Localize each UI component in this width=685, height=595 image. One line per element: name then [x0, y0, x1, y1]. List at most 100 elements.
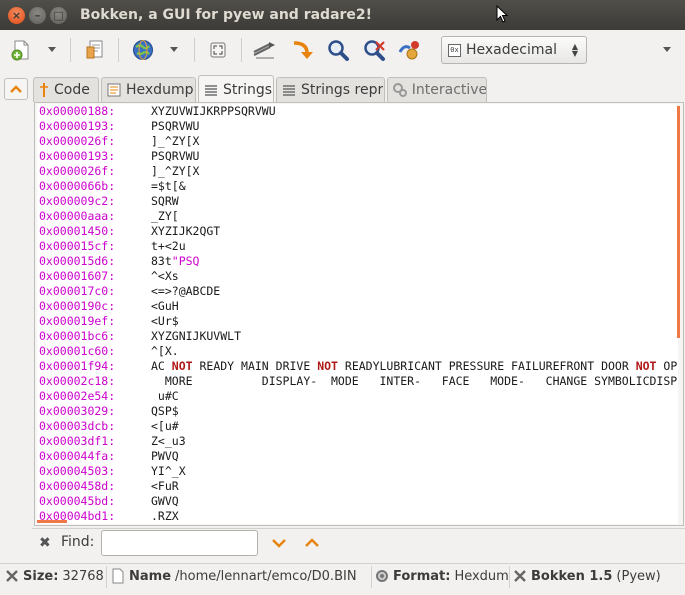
status-size-label: Size:: [23, 568, 59, 584]
plugins-dropdown-icon[interactable]: [170, 47, 178, 52]
tab-strings-label: Strings: [223, 81, 273, 98]
close-find-icon[interactable]: ✖: [39, 535, 51, 551]
string-row: 0x00002c18: MORE DISPLAY- MODE INTER- FA…: [39, 374, 678, 389]
string-row: 0x000044fa: PWVQ: [39, 449, 179, 464]
close-window-icon[interactable]: ×: [8, 6, 25, 24]
search-icon: [328, 40, 349, 61]
jump-arrow-icon: [293, 41, 313, 59]
string-value: ^[X.: [151, 344, 179, 358]
tab-strings[interactable]: Strings: [198, 75, 274, 103]
minimize-window-icon[interactable]: –: [29, 6, 46, 24]
status-app: Bokken 1.5 (Pyew): [512, 568, 661, 584]
plugins-button[interactable]: [130, 37, 156, 63]
string-value: t+<2u: [151, 239, 186, 253]
string-address: 0x00001450:: [39, 224, 116, 238]
string-address: 0x00001607:: [39, 269, 116, 283]
string-address: 0x000009c2:: [39, 194, 116, 208]
fullscreen-icon: [210, 42, 226, 58]
new-file-button[interactable]: [8, 37, 34, 63]
string-value: Z<_u3: [151, 434, 186, 448]
tab-code[interactable]: Code: [33, 77, 99, 102]
string-address: 0x0000026f:: [39, 134, 116, 148]
format-combo-value: Hexadecimal: [466, 42, 557, 58]
toolbar-separator: [194, 38, 195, 62]
string-row: 0x000045bd: GWVQ: [39, 494, 179, 509]
string-address: 0x00003df1:: [39, 434, 116, 448]
string-row: 0x000017c0: <=>?@ABCDE: [39, 284, 220, 299]
string-value: <Ur$: [151, 314, 179, 328]
string-value: AC: [151, 359, 172, 373]
hexdump-icon: [107, 83, 121, 97]
status-name: Name /home/lennart/emco/D0.BIN: [110, 568, 357, 584]
status-separator: [509, 566, 510, 588]
string-row: 0x0000458d: <FuR: [39, 479, 179, 494]
string-value: <=>?@ABCDE: [151, 284, 221, 298]
tab-strings-repr[interactable]: Strings repr: [276, 77, 385, 102]
string-address: 0x00004503:: [39, 464, 116, 478]
branch-icon: [253, 42, 275, 59]
string-value: <[u#: [151, 419, 179, 433]
string-value: XYZUVWIJKRPPSQRVWU: [151, 104, 276, 118]
string-keyword: NOT: [317, 359, 338, 373]
string-row: 0x00000188: XYZUVWIJKRPPSQRVWU: [39, 104, 276, 119]
string-address: 0x00002c18:: [39, 374, 116, 388]
string-value: PSQRVWU: [151, 149, 200, 163]
string-value: u#C: [151, 389, 179, 403]
string-row: 0x00001450: XYZIJK2QGT: [39, 224, 220, 239]
string-address: 0x00000193:: [39, 119, 116, 133]
string-row: 0x0000026f:]_^ZY[X: [39, 134, 199, 149]
find-input[interactable]: [101, 530, 258, 556]
file-icon: [110, 568, 126, 584]
string-value: 83t: [151, 254, 172, 268]
tab-interactive-label: Interactive: [411, 82, 486, 98]
tab-hexdump[interactable]: Hexdump: [101, 77, 196, 102]
search-button[interactable]: [325, 37, 351, 63]
string-address: 0x000015d6:: [39, 254, 116, 268]
string-value: MORE DISPLAY- MODE INTER- FACE MODE- CHA…: [151, 374, 678, 388]
status-separator: [106, 566, 107, 588]
strings-text-view[interactable]: 0x00000188: XYZUVWIJKRPPSQRVWU 0x00000193:…: [37, 104, 678, 524]
collapse-button[interactable]: [4, 78, 28, 100]
string-value: _ZY[: [151, 209, 179, 223]
string-address: 0x00001bc6:: [39, 329, 116, 343]
toolbar-overflow-icon[interactable]: [663, 47, 671, 52]
string-value: XYZIJK2QGT: [151, 224, 221, 238]
format-combo[interactable]: 0x Hexadecimal ▲ ▼: [441, 36, 587, 64]
string-address: 0x00003029:: [39, 404, 116, 418]
string-row: 0x0000026f:]_^ZY[X: [39, 164, 199, 179]
tab-strings-repr-label: Strings repr: [301, 82, 384, 98]
globe-icon: [133, 40, 153, 60]
string-row: 0x00000aaa: _ZY[: [39, 209, 179, 224]
string-row: 0x00003dcb: <[u#: [39, 419, 179, 434]
string-value: PWVQ: [151, 449, 179, 463]
clear-search-button[interactable]: [361, 37, 387, 63]
string-keyword: NOT: [171, 359, 193, 373]
maximize-window-icon[interactable]: □: [50, 6, 67, 24]
report-button[interactable]: [82, 37, 108, 63]
string-keyword: NOT: [635, 359, 657, 373]
new-file-dropdown-icon[interactable]: [48, 47, 56, 52]
debug-button[interactable]: [397, 37, 423, 63]
find-previous-button[interactable]: [302, 533, 322, 553]
string-address: 0x00002e54:: [39, 389, 116, 403]
strings-repr-icon: [283, 85, 295, 96]
status-format-value: Hexdum: [454, 568, 509, 584]
jump-button[interactable]: [288, 37, 314, 63]
string-row: 0x000015cf: t+<2u: [39, 239, 186, 254]
tab-interactive[interactable]: Interactive: [387, 77, 487, 102]
fullscreen-button[interactable]: [205, 37, 231, 63]
string-address: 0x00000193:: [39, 149, 116, 163]
scroll-indicator[interactable]: [677, 106, 680, 338]
status-size: Size: 32768: [4, 568, 104, 584]
string-row: 0x00000193: PSQRVWU: [39, 119, 199, 134]
string-row: 0x00003df1: Z<_u3: [39, 434, 186, 449]
string-value: SQRW: [151, 194, 179, 208]
string-row: 0x00003029: QSP$: [39, 404, 179, 419]
graph-button[interactable]: [252, 37, 278, 63]
tools-icon: [4, 568, 20, 584]
string-value: ^<Xs: [151, 269, 179, 283]
string-address: 0x0000026f:: [39, 164, 116, 178]
status-app-label: Bokken 1.5: [531, 568, 613, 584]
string-address: 0x00000aaa:: [39, 209, 116, 223]
find-next-button[interactable]: [269, 533, 289, 553]
